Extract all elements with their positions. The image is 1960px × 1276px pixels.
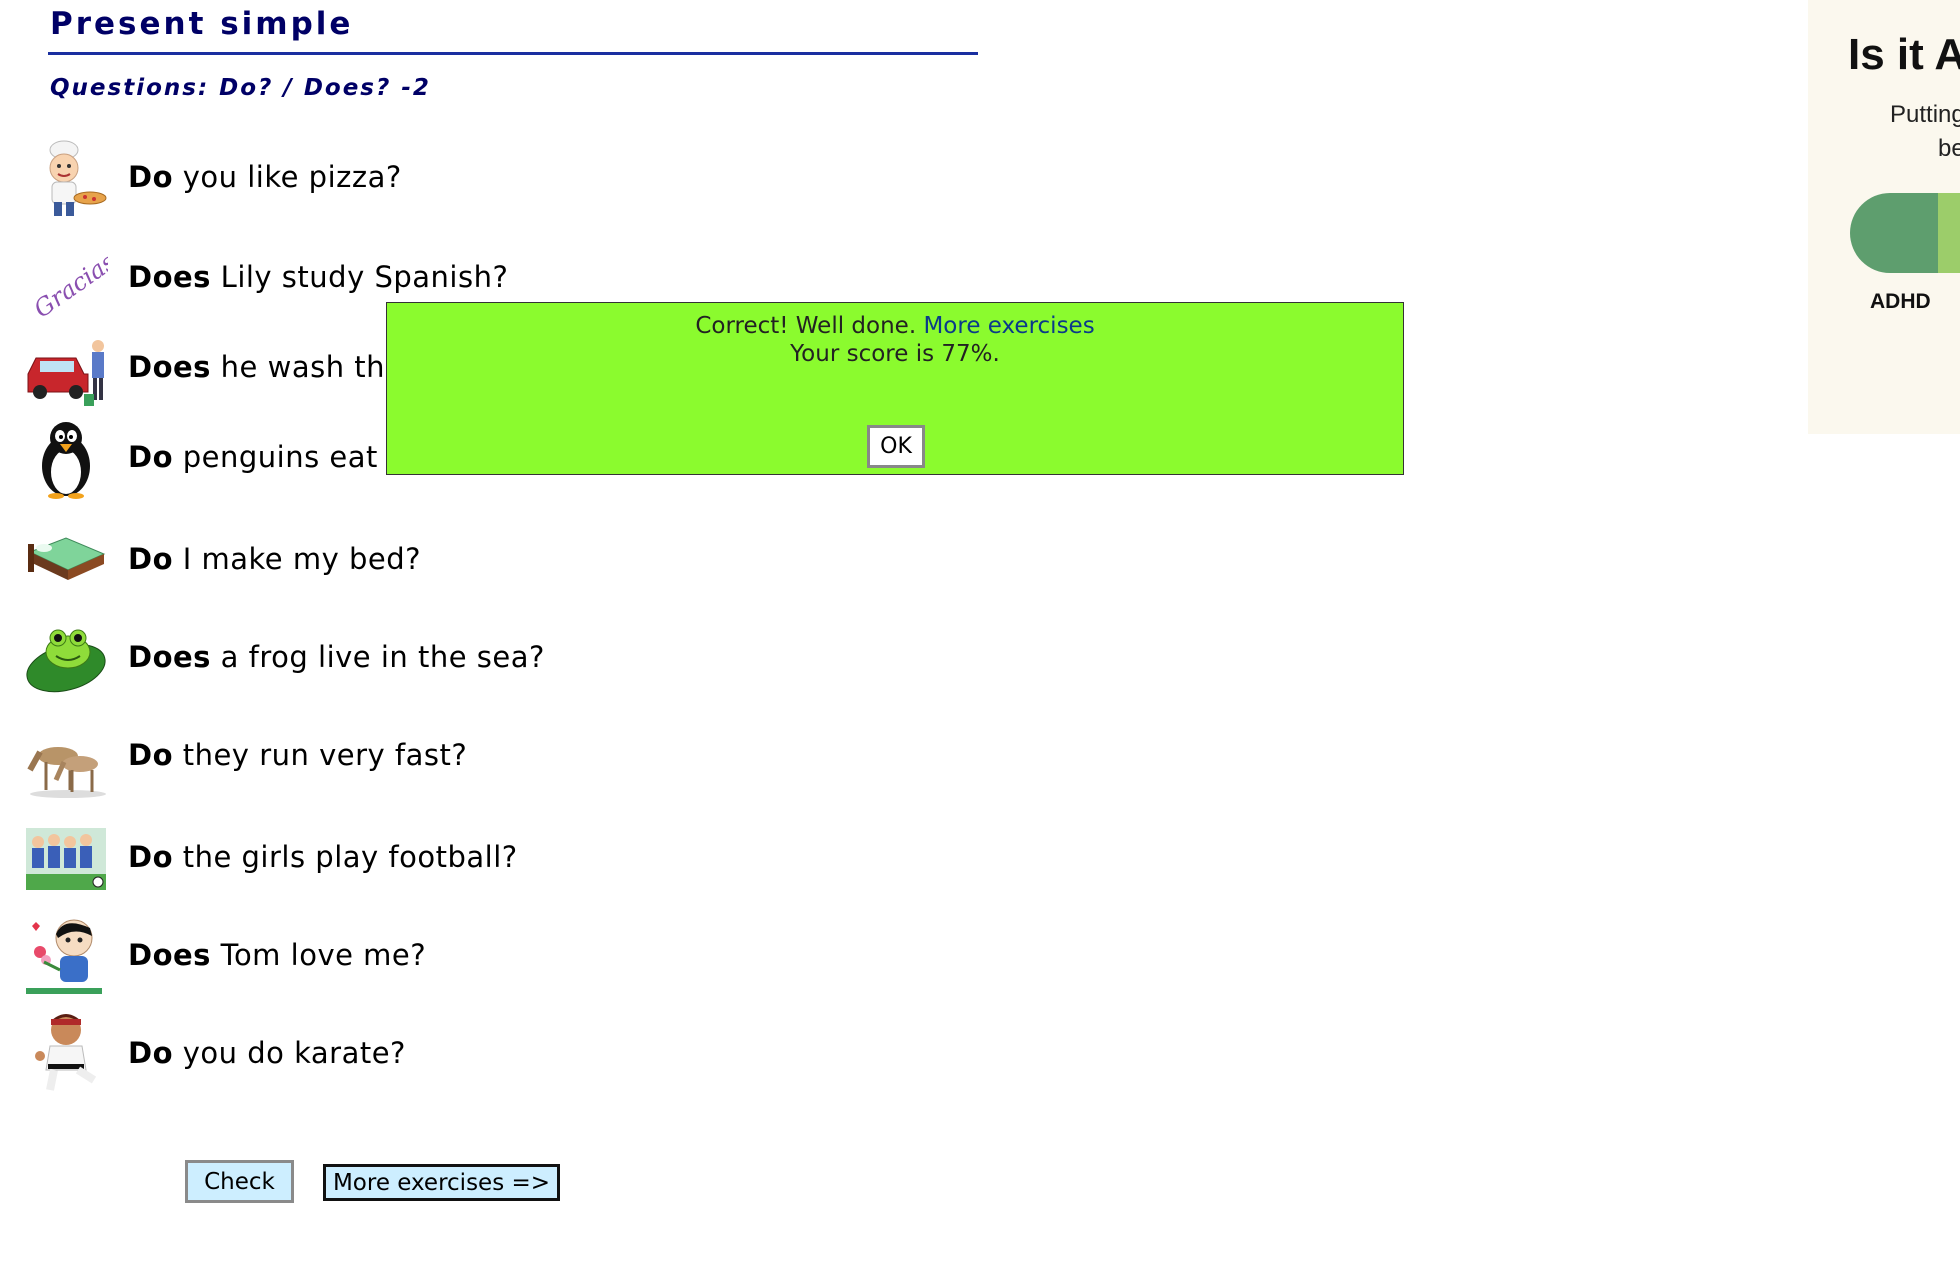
question-sentence: Do penguins eat f [128,440,398,474]
gracias-text-icon: Gracias [29,247,108,322]
question-rest: Tom love me? [210,938,427,972]
chef-pizza-icon [49,140,107,216]
auxiliary-verb: Does [128,640,211,674]
auxiliary-verb: Does [128,260,211,294]
question-row: Does Tom love me? [24,912,724,1002]
check-button[interactable]: Check [185,1160,294,1203]
page-subtitle: Questions: Do? / Does? -2 [50,75,431,101]
karate-icon [35,1014,97,1091]
more-exercises-link[interactable]: More exercises [923,313,1094,339]
question-rest: the girls play football? [173,840,518,874]
auxiliary-verb: Do [128,840,173,874]
question-sentence: Does he wash the [128,350,403,384]
auxiliary-verb: Does [128,938,211,972]
question-row: Do they run very fast? [24,714,724,804]
auxiliary-verb: Do [128,738,173,772]
ad-line-1: Putting [1890,101,1960,128]
question-row: Do you do karate? [24,1010,724,1100]
auxiliary-verb: Do [128,160,173,194]
ok-button[interactable]: OK [867,425,925,468]
auxiliary-verb: Does [128,350,211,384]
question-rest: they run very fast? [173,738,468,772]
question-sentence: Do you do karate? [128,1036,406,1070]
football-team-icon [26,828,106,890]
result-dialog: Correct! Well done. More exercises Your … [386,302,1404,475]
question-rest: you do karate? [173,1036,406,1070]
page-title: Present simple [50,6,354,42]
question-rest: Lily study Spanish? [210,260,509,294]
deer-icon [27,747,106,798]
question-sentence: Do you like pizza? [128,160,402,194]
ad-tag-label: ADHD [1870,290,1931,313]
bed-icon [28,537,106,580]
question-row: Do the girls play football? [24,814,724,904]
question-row: Do you like pizza? [24,138,724,228]
ad-line-2: be [1938,135,1960,162]
frog-icon [26,629,106,693]
car-wash-icon [27,340,104,406]
question-rest: a frog live in the sea? [210,640,545,674]
penguin-icon [42,422,90,499]
score-text: Your score is 77%. [790,341,1000,367]
result-message: Correct! Well done. [695,313,917,339]
question-sentence: Does Tom love me? [128,938,426,972]
question-sentence: Do they run very fast? [128,738,467,772]
boy-flowers-icon [26,919,102,994]
question-rest: you like pizza? [173,160,402,194]
question-sentence: Does a frog live in the sea? [128,640,545,674]
advertisement-panel[interactable]: Is it A Putting be ADHD [1808,0,1960,434]
question-row: Do I make my bed? [24,518,724,608]
question-rest: I make my bed? [173,542,422,576]
ad-body: Putting be [1890,98,1960,166]
title-divider [48,52,978,55]
auxiliary-verb: Do [128,440,173,474]
svg-text:Gracias: Gracias [29,247,108,322]
question-rest: penguins eat f [173,440,399,474]
more-exercises-button[interactable]: More exercises => [323,1164,560,1201]
question-sentence: Do the girls play football? [128,840,518,874]
result-message-line: Correct! Well done. More exercises [387,313,1403,339]
question-row: Does a frog live in the sea? [24,616,724,706]
ad-toggle-segment [1938,193,1960,273]
question-rest: he wash the [210,350,404,384]
ad-heading: Is it A [1848,30,1960,79]
question-sentence: Do I make my bed? [128,542,421,576]
auxiliary-verb: Do [128,542,173,576]
question-sentence: Does Lily study Spanish? [128,260,508,294]
auxiliary-verb: Do [128,1036,173,1070]
